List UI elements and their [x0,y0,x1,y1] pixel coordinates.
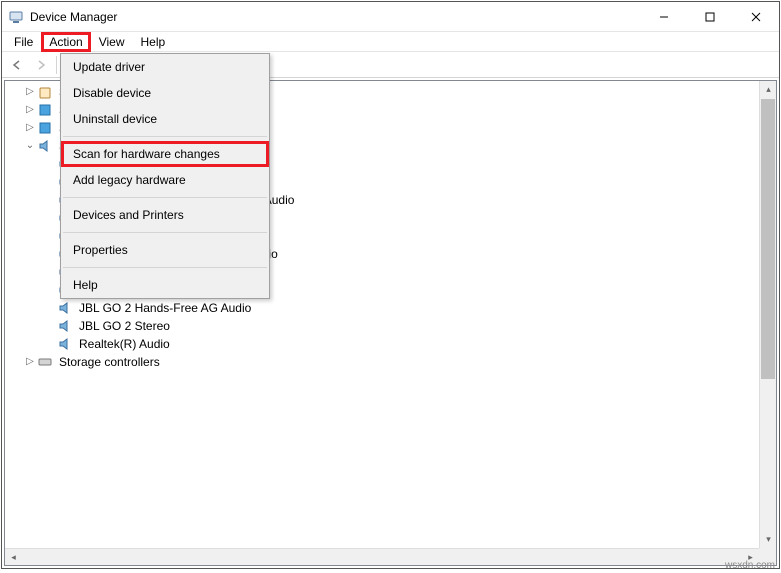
chevron-right-icon[interactable]: ▷ [23,103,37,117]
menu-separator [63,136,267,137]
toolbar-separator [56,56,57,74]
speaker-icon [37,138,53,154]
software-icon [37,102,53,118]
security-icon [37,84,53,100]
tree-label: Realtek(R) Audio [77,335,172,353]
scrollbar-vertical[interactable]: ▴ ▾ [759,81,776,548]
close-button[interactable] [733,2,779,32]
menubar: File Action View Help [2,32,779,52]
scroll-left-icon[interactable]: ◂ [5,549,22,566]
menu-add-legacy[interactable]: Add legacy hardware [61,167,269,193]
tree-row[interactable]: JBL GO 2 Hands-Free AG Audio [9,299,776,317]
menu-properties[interactable]: Properties [61,237,269,263]
window-title: Device Manager [30,10,641,24]
tree-label: Storage controllers [57,353,162,371]
tree-row[interactable]: ▷ Storage controllers [9,353,776,371]
storage-icon [37,354,53,370]
menu-scan-hardware[interactable]: Scan for hardware changes [61,141,269,167]
menu-separator [63,232,267,233]
menu-file[interactable]: File [6,34,41,50]
window-controls [641,2,779,32]
watermark: wsxdn.com [725,560,775,571]
scrollbar-horizontal[interactable]: ◂ ▸ [5,548,759,565]
menu-disable-device[interactable]: Disable device [61,80,269,106]
menu-help[interactable]: Help [61,272,269,298]
menu-devices-printers[interactable]: Devices and Printers [61,202,269,228]
menu-separator [63,197,267,198]
speaker-icon [57,318,73,334]
tree-label: JBL GO 2 Stereo [77,317,172,335]
menu-action[interactable]: Action [41,32,90,52]
tree-label: JBL GO 2 Hands-Free AG Audio [77,299,253,317]
scrollbar-thumb[interactable] [761,99,775,379]
tree-row[interactable]: Realtek(R) Audio [9,335,776,353]
chevron-right-icon[interactable]: ▷ [23,121,37,135]
maximize-button[interactable] [687,2,733,32]
menu-help[interactable]: Help [133,34,174,50]
menu-uninstall-device[interactable]: Uninstall device [61,106,269,132]
back-button[interactable] [6,54,28,76]
app-icon [8,9,24,25]
tree-row[interactable]: JBL GO 2 Stereo [9,317,776,335]
titlebar: Device Manager [2,2,779,32]
speaker-icon [57,300,73,316]
menu-view[interactable]: View [91,34,133,50]
action-menu-dropdown: Update driver Disable device Uninstall d… [60,53,270,299]
forward-button[interactable] [30,54,52,76]
minimize-button[interactable] [641,2,687,32]
menu-separator [63,267,267,268]
menu-update-driver[interactable]: Update driver [61,54,269,80]
chevron-down-icon[interactable]: ⌄ [23,139,37,153]
software-icon [37,120,53,136]
speaker-icon [57,336,73,352]
chevron-right-icon[interactable]: ▷ [23,85,37,99]
chevron-right-icon[interactable]: ▷ [23,355,37,369]
scroll-up-icon[interactable]: ▴ [760,81,777,98]
scroll-down-icon[interactable]: ▾ [760,531,777,548]
